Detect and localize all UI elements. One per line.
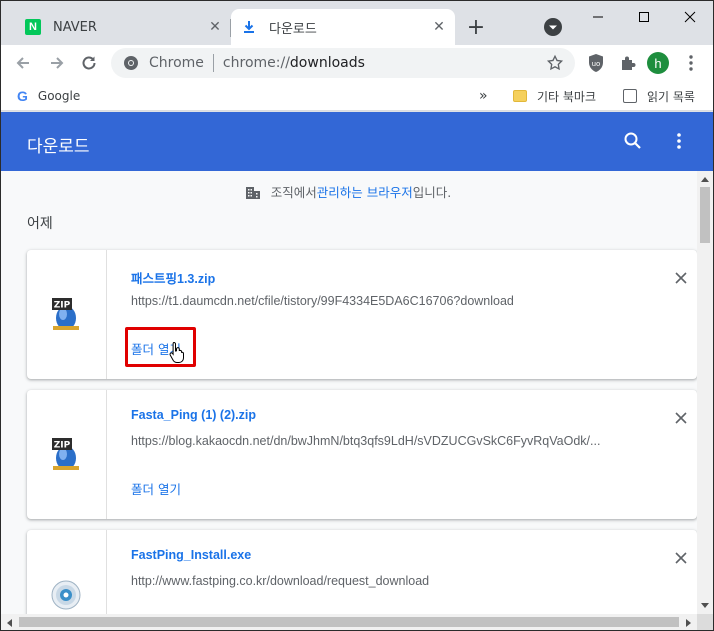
maximize-icon[interactable] — [621, 5, 667, 29]
forward-arrow-icon[interactable] — [45, 51, 69, 75]
back-arrow-icon[interactable] — [11, 51, 35, 75]
bookmark-label: 기타 북마크 — [537, 89, 597, 104]
reload-icon[interactable] — [77, 51, 101, 75]
scroll-up-arrow-icon[interactable] — [697, 171, 713, 187]
address-bar[interactable]: Chrome chrome://downloads — [111, 48, 575, 78]
bookmarks-bar: G Google » 기타 북마크 읽기 목록 — [1, 81, 713, 111]
svg-text:uo: uo — [592, 60, 601, 68]
tab-downloads[interactable]: 다운로드 ✕ — [231, 9, 455, 45]
managed-browser-link[interactable]: 관리하는 브라우저 — [317, 182, 413, 201]
bookmark-label: 읽기 목록 — [647, 89, 695, 104]
remove-download-icon[interactable] — [671, 268, 691, 288]
zip-label: ZIP — [54, 301, 71, 311]
chrome-menu-icon[interactable] — [681, 52, 701, 74]
search-icon[interactable] — [623, 131, 645, 153]
browser-window: N NAVER ✕ 다운로드 ✕ + Chrome chrome://downl… — [0, 0, 714, 631]
date-group-label: 어제 — [27, 216, 53, 232]
vertical-scrollbar[interactable] — [697, 171, 713, 614]
tab-title: NAVER — [53, 19, 97, 35]
url-host: downloads — [289, 55, 365, 71]
tab-naver[interactable]: N NAVER ✕ — [15, 9, 231, 45]
installer-disc-icon — [51, 580, 81, 616]
downloads-page: 다운로드 조직에서 관리하는 브라우저 입니다. 어제 ZIP 패스트핑1.3.… — [1, 112, 713, 630]
folder-icon — [513, 90, 527, 102]
reading-list-icon — [623, 89, 637, 103]
scroll-left-arrow-icon[interactable] — [1, 614, 17, 630]
managed-notice-suffix: 입니다. — [412, 185, 452, 200]
bookmark-google[interactable]: G Google — [17, 86, 80, 106]
zip-file-icon: ZIP — [51, 436, 81, 472]
url-text: chrome://downloads — [223, 55, 543, 71]
bookmark-folder-other[interactable]: 기타 북마크 — [513, 86, 596, 106]
bookmark-star-icon[interactable] — [543, 51, 567, 75]
close-icon[interactable]: ✕ — [429, 17, 449, 37]
chrome-icon — [123, 55, 139, 71]
download-source-url[interactable]: http://www.fastping.co.kr/download/reque… — [131, 574, 627, 588]
download-filename-link[interactable]: 패스트핑1.3.zip — [131, 268, 215, 287]
download-item: ZIP 패스트핑1.3.zip https://t1.daumcdn.net/c… — [27, 250, 697, 379]
zip-file-icon: ZIP — [51, 296, 81, 332]
show-in-folder-button[interactable]: 폴더 열기 — [131, 479, 181, 498]
tab-search-icon[interactable] — [542, 16, 564, 38]
scheme-label: Chrome — [149, 55, 204, 71]
hand-cursor-icon — [169, 341, 185, 363]
window-close-icon[interactable] — [667, 5, 713, 29]
download-filename-link[interactable]: FastPing_Install.exe — [131, 548, 251, 562]
managed-browser-notice: 조직에서 관리하는 브라우저 입니다. — [1, 182, 695, 201]
file-icon-column: ZIP — [27, 390, 107, 519]
scrollbar-corner — [697, 614, 713, 630]
toolbar: Chrome chrome://downloads uo h — [1, 45, 713, 81]
extensions-puzzle-icon[interactable] — [617, 52, 639, 74]
ublock-shield-icon[interactable]: uo — [585, 52, 607, 74]
tab-title: 다운로드 — [269, 21, 317, 37]
new-tab-button[interactable]: + — [463, 14, 489, 40]
managed-notice-prefix: 조직에서 — [270, 185, 317, 200]
remove-download-icon[interactable] — [671, 408, 691, 428]
building-icon — [245, 184, 261, 200]
download-item: ZIP Fasta_Ping (1) (2).zip https://blog.… — [27, 390, 697, 519]
horizontal-scrollbar[interactable] — [1, 614, 713, 630]
remove-download-icon[interactable] — [671, 548, 691, 568]
naver-icon: N — [25, 19, 41, 35]
file-icon-column: ZIP — [27, 250, 107, 379]
url-prefix: chrome:// — [222, 55, 290, 71]
profile-avatar[interactable]: h — [647, 52, 669, 74]
naver-favicon: N — [25, 19, 41, 35]
downloads-header: 다운로드 — [1, 112, 713, 171]
download-source-url[interactable]: https://blog.kakaocdn.net/dn/bwJhmN/btq3… — [131, 434, 627, 448]
bookmarks-overflow-button[interactable]: » — [479, 86, 488, 106]
scroll-down-arrow-icon[interactable] — [697, 598, 713, 614]
more-options-icon[interactable] — [669, 131, 689, 153]
scroll-right-arrow-icon[interactable] — [681, 614, 697, 630]
page-title: 다운로드 — [27, 137, 90, 157]
download-filename-link[interactable]: Fasta_Ping (1) (2).zip — [131, 408, 256, 422]
vertical-scroll-thumb[interactable] — [700, 187, 710, 243]
minimize-icon[interactable] — [575, 5, 621, 29]
download-icon — [241, 19, 257, 35]
google-g-icon: G — [17, 88, 28, 104]
tab-strip: N NAVER ✕ 다운로드 ✕ + — [1, 1, 713, 45]
horizontal-scroll-thumb[interactable] — [19, 617, 679, 627]
reading-list-button[interactable]: 읽기 목록 — [623, 86, 695, 106]
close-icon[interactable]: ✕ — [205, 17, 225, 37]
bookmark-label: Google — [37, 89, 81, 103]
download-source-url[interactable]: https://t1.daumcdn.net/cfile/tistory/99F… — [131, 294, 627, 308]
zip-label: ZIP — [54, 441, 71, 451]
omnibox-separator — [212, 54, 214, 72]
